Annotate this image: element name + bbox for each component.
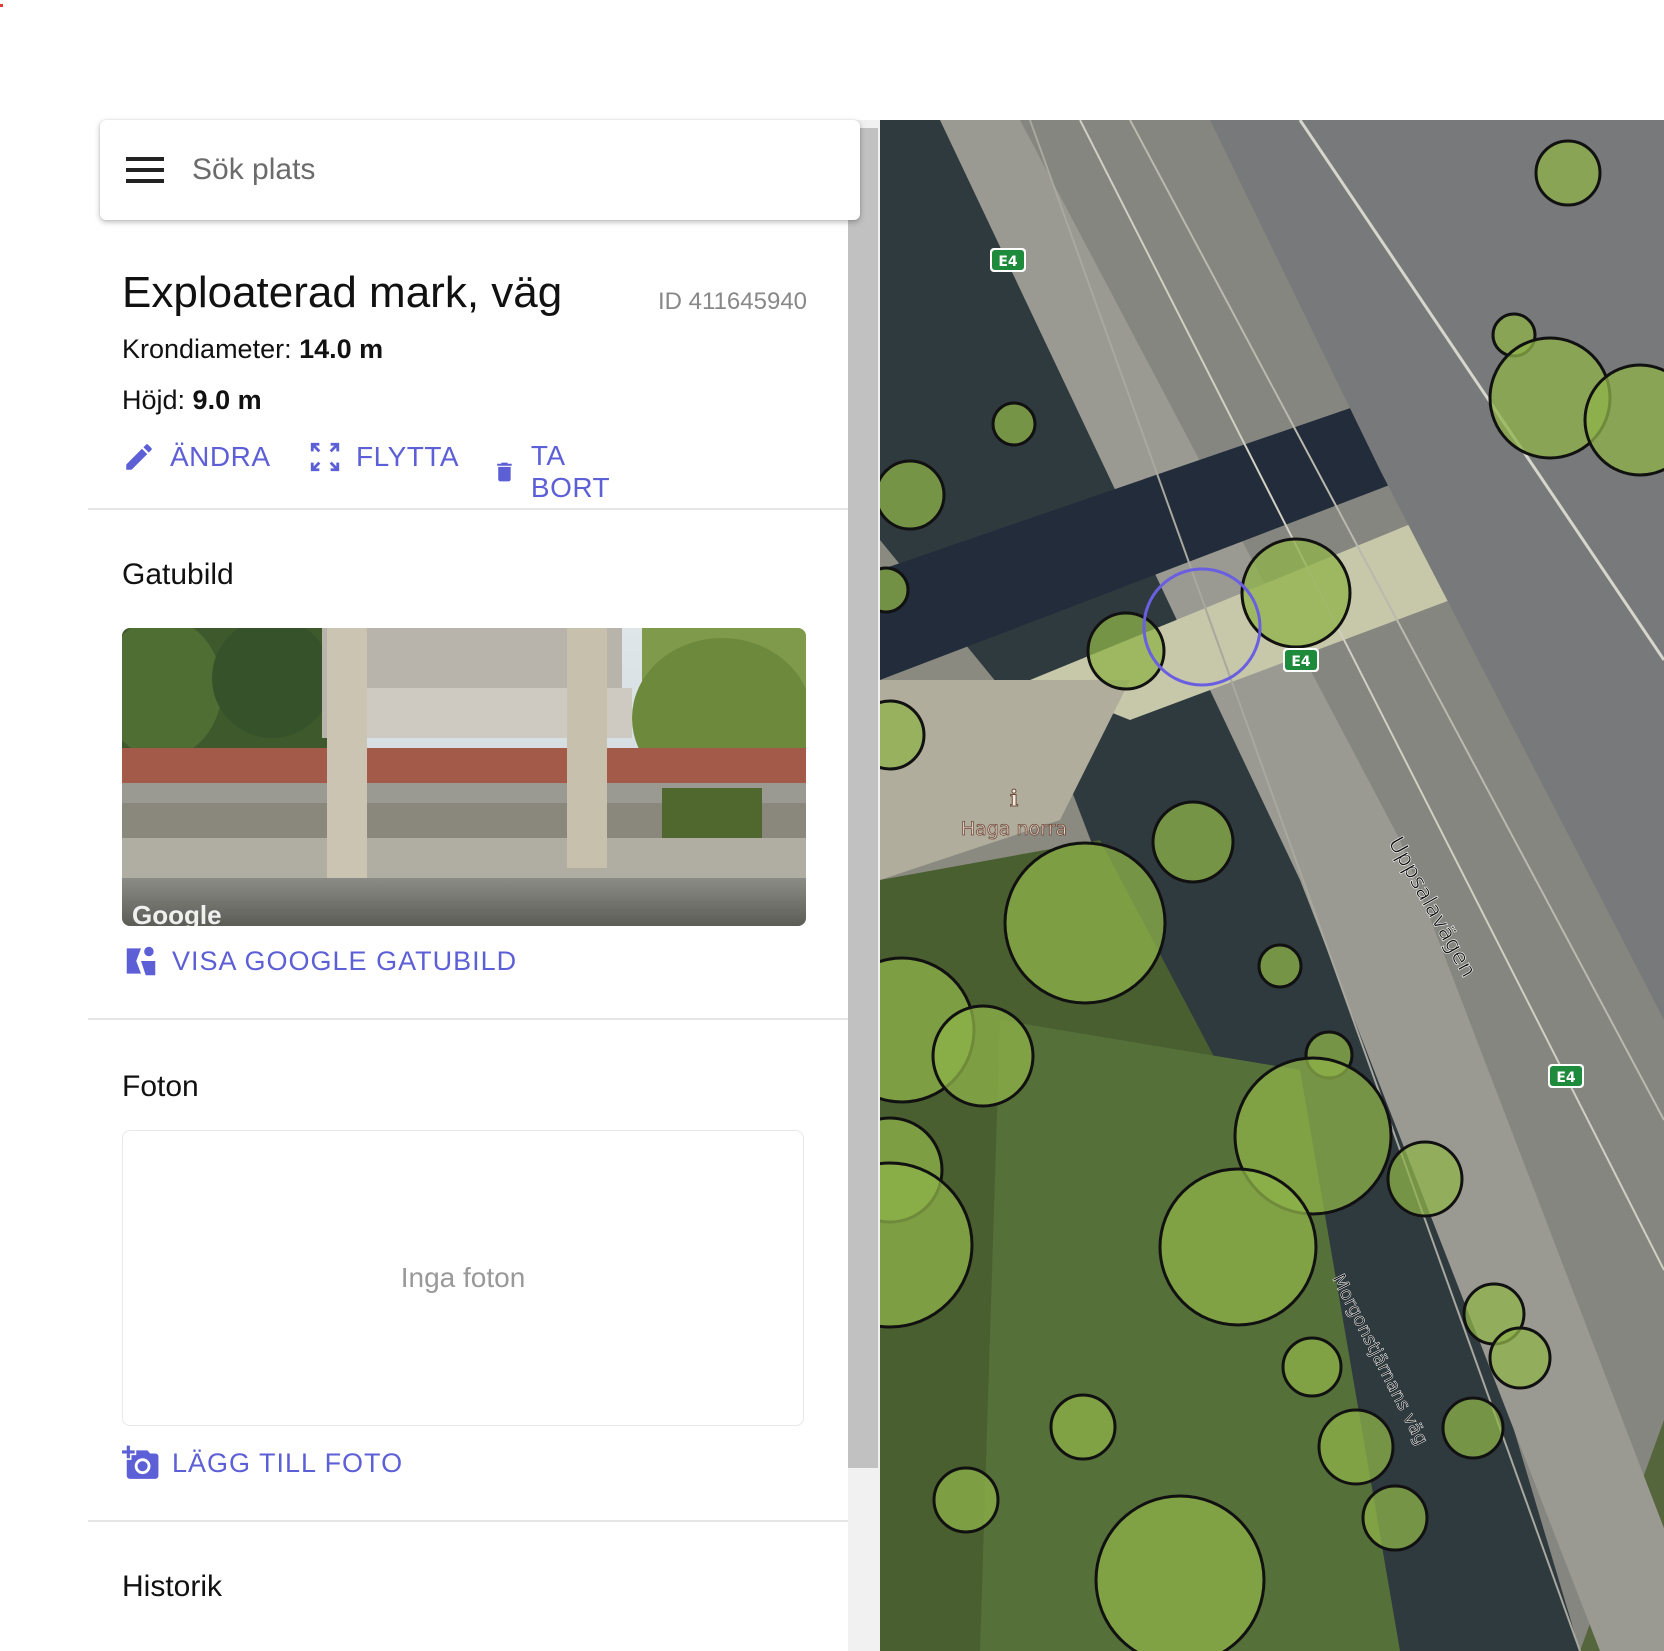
- move-label: FLYTTA: [356, 441, 460, 472]
- road-shield-e4: E4: [1548, 1064, 1584, 1088]
- crown-diameter-value: 14.0 m: [299, 334, 384, 364]
- section-divider: [88, 1520, 848, 1522]
- pencil-icon: [126, 444, 152, 470]
- photos-container: Inga foton: [122, 1130, 804, 1426]
- scrollbar-thumb[interactable]: [848, 128, 878, 1468]
- show-streetview-link[interactable]: VISA GOOGLE GATUBILD: [122, 942, 517, 980]
- crown-diameter-label: Krondiameter:: [122, 334, 292, 364]
- delete-label: TA BORT: [530, 440, 611, 503]
- trash-icon: [497, 462, 512, 482]
- corner-marker: [0, 4, 3, 7]
- panel-scrollbar[interactable]: [848, 120, 880, 1651]
- streetview-person-icon: [126, 946, 156, 976]
- no-photos-text: Inga foton: [400, 1262, 526, 1293]
- svg-text:E4: E4: [998, 254, 1018, 270]
- fullscreen-arrows-icon: [310, 442, 340, 472]
- satellite-map[interactable]: E4 E4 E4 i Haga norra Uppsalavägen Morgo…: [880, 120, 1664, 1651]
- history-heading: Historik: [122, 1570, 223, 1603]
- height-row: Höjd: 9.0 m: [122, 385, 262, 416]
- map-view[interactable]: E4 E4 E4 i Haga norra Uppsalavägen Morgo…: [880, 120, 1664, 1651]
- google-watermark: Google: [132, 900, 222, 926]
- road-shield-e4: E4: [1283, 648, 1319, 672]
- show-streetview-label: VISA GOOGLE GATUBILD: [172, 945, 518, 976]
- add-camera-icon: [122, 1445, 159, 1479]
- poi-label: Haga norra: [961, 818, 1067, 840]
- add-photo-link[interactable]: LÄGG TILL FOTO: [122, 1444, 403, 1482]
- edit-label: ÄNDRA: [170, 441, 271, 472]
- move-button[interactable]: FLYTTA: [308, 440, 459, 474]
- delete-button[interactable]: TA BORT: [492, 440, 619, 504]
- edit-button[interactable]: ÄNDRA: [122, 440, 271, 474]
- svg-text:E4: E4: [1291, 654, 1311, 670]
- section-divider: [88, 1018, 848, 1020]
- hamburger-menu-icon[interactable]: [126, 157, 164, 183]
- feature-title: Exploaterad mark, väg: [122, 268, 563, 317]
- streetview-image[interactable]: Google: [122, 628, 806, 926]
- search-bar: [100, 120, 860, 220]
- info-poi-icon[interactable]: i: [1009, 786, 1018, 813]
- streetview-heading: Gatubild: [122, 558, 234, 591]
- search-input[interactable]: [190, 152, 794, 188]
- photos-heading: Foton: [122, 1070, 199, 1103]
- svg-text:E4: E4: [1556, 1070, 1576, 1086]
- add-photo-label: LÄGG TILL FOTO: [172, 1447, 404, 1478]
- height-value: 9.0 m: [192, 385, 262, 415]
- feature-id: ID 411645940: [658, 288, 808, 315]
- crown-diameter-row: Krondiameter: 14.0 m: [122, 334, 383, 365]
- road-shield-e4: E4: [990, 248, 1026, 272]
- height-label: Höjd:: [122, 385, 186, 415]
- streetview-picture: Google: [122, 628, 806, 926]
- section-divider: [88, 508, 848, 510]
